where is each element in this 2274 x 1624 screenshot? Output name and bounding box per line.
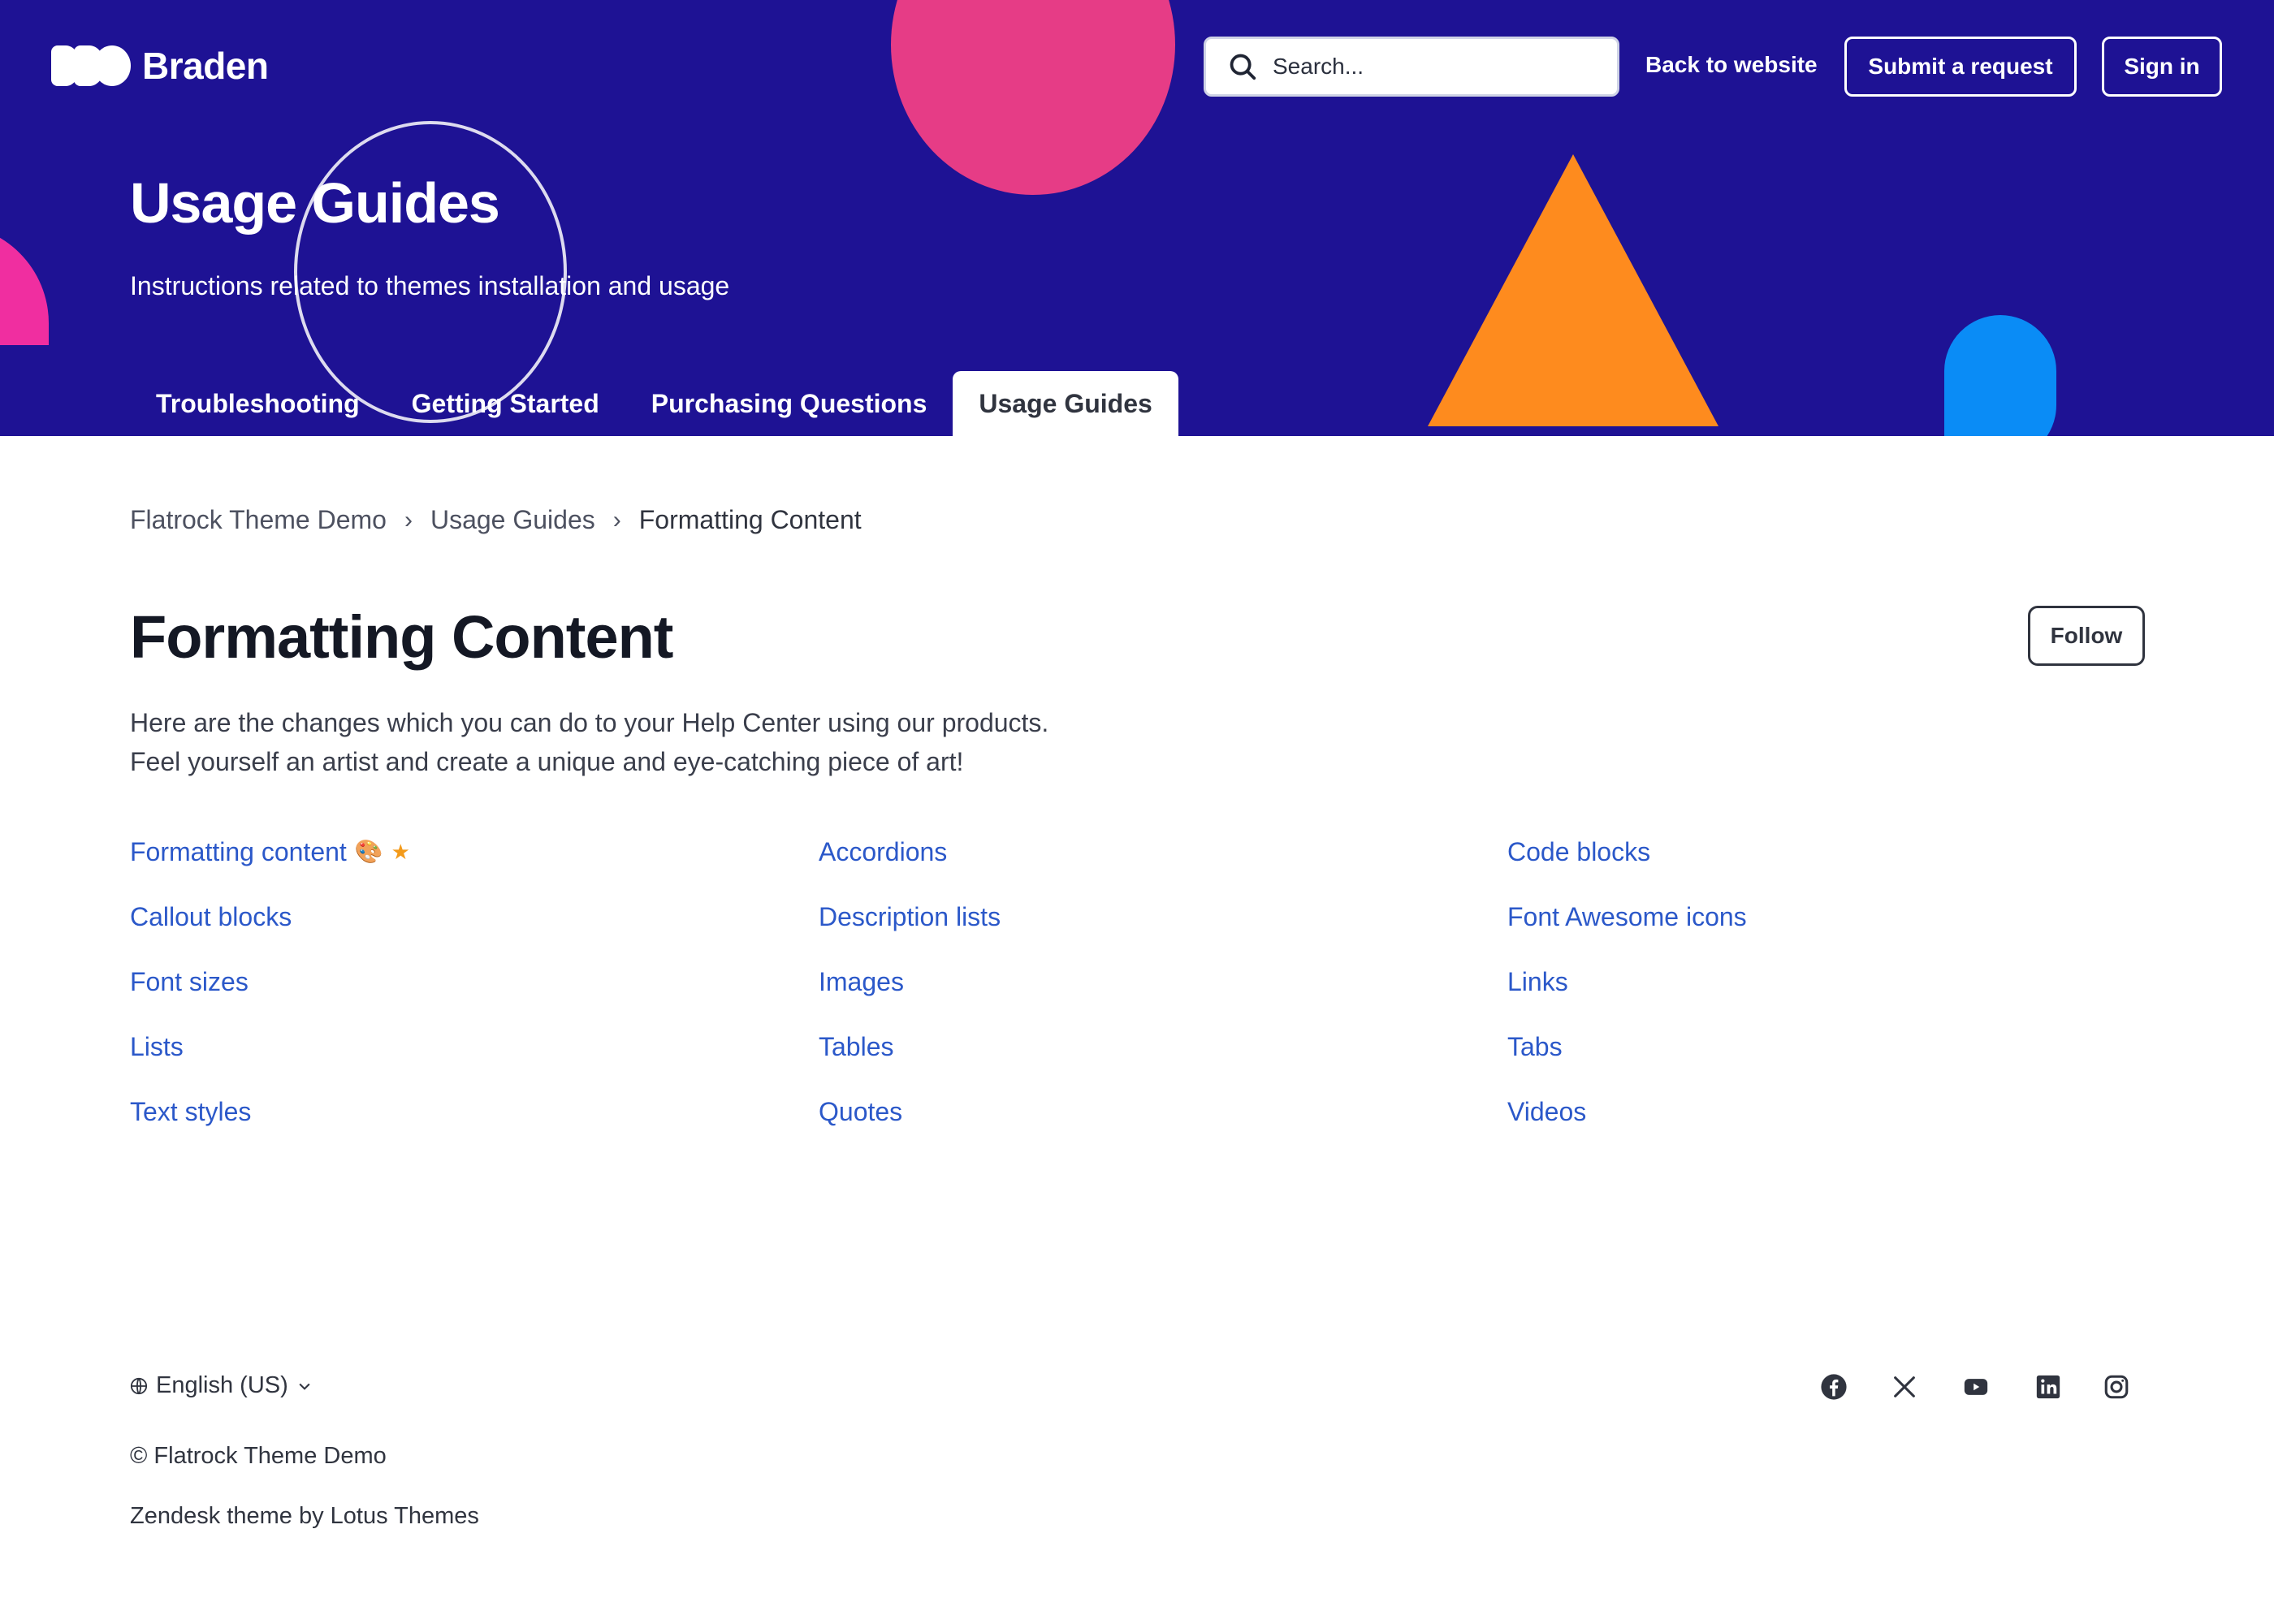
- sign-in-button[interactable]: Sign in: [2102, 37, 2222, 97]
- article-link[interactable]: Description lists: [819, 898, 1507, 935]
- decorative-blue-drop: [1944, 315, 2056, 436]
- facebook-icon[interactable]: [1819, 1372, 1848, 1402]
- article-link[interactable]: Images: [819, 963, 1507, 1000]
- search-icon: [1230, 54, 1256, 80]
- breadcrumb: Flatrock Theme Demo › Usage Guides › For…: [130, 505, 862, 535]
- back-to-website-link[interactable]: Back to website: [1645, 52, 1818, 78]
- logo-mark-icon: [51, 45, 131, 86]
- article-link[interactable]: Font sizes: [130, 963, 819, 1000]
- tab-usage-guides[interactable]: Usage Guides: [953, 371, 1178, 436]
- article-link-label: Formatting content: [130, 837, 347, 866]
- section-description: Here are the changes which you can do to…: [130, 703, 1048, 781]
- article-link[interactable]: Text styles: [130, 1093, 819, 1130]
- globe-icon: [130, 1377, 148, 1394]
- decorative-mask: [0, 345, 50, 436]
- palette-icon: 🎨: [354, 839, 383, 864]
- linkedin-icon[interactable]: [2034, 1372, 2063, 1402]
- article-link[interactable]: Accordions: [819, 833, 1507, 870]
- star-icon: ★: [391, 840, 410, 864]
- description-line: Here are the changes which you can do to…: [130, 708, 1049, 737]
- language-selector[interactable]: English (US): [130, 1372, 313, 1399]
- breadcrumb-item-home[interactable]: Flatrock Theme Demo: [130, 505, 387, 535]
- article-link[interactable]: Code blocks: [1507, 833, 2196, 870]
- breadcrumb-item-usage-guides[interactable]: Usage Guides: [430, 505, 595, 535]
- instagram-icon[interactable]: [2102, 1372, 2131, 1402]
- theme-credit: Zendesk theme by Lotus Themes: [130, 1503, 479, 1529]
- article-list: Formatting content 🎨 ★ Accordions Code b…: [130, 833, 2193, 1130]
- search-input[interactable]: [1273, 54, 1597, 80]
- language-label: English (US): [156, 1372, 288, 1398]
- youtube-icon[interactable]: [1961, 1372, 1991, 1402]
- article-link[interactable]: Quotes: [819, 1093, 1507, 1130]
- submit-request-button[interactable]: Submit a request: [1844, 37, 2077, 97]
- chevron-down-icon: [299, 1383, 310, 1390]
- brand-name: Braden: [142, 45, 269, 87]
- follow-button[interactable]: Follow: [2028, 606, 2145, 666]
- article-link[interactable]: Videos: [1507, 1093, 2196, 1130]
- copyright-text: © Flatrock Theme Demo: [130, 1443, 387, 1469]
- breadcrumb-separator: ›: [404, 506, 413, 533]
- article-link[interactable]: Tabs: [1507, 1028, 2196, 1065]
- social-links: [1819, 1372, 2144, 1405]
- hero-banner: Braden Back to website Submit a request …: [0, 0, 2274, 436]
- decorative-orange-triangle: [1428, 154, 1718, 426]
- article-link[interactable]: Callout blocks: [130, 898, 819, 935]
- decorative-white-ring: [294, 121, 567, 423]
- decorative-pink-blob: [891, 0, 1175, 195]
- article-link[interactable]: Tables: [819, 1028, 1507, 1065]
- page-title: Formatting Content: [130, 603, 673, 671]
- article-link[interactable]: Lists: [130, 1028, 819, 1065]
- article-link[interactable]: Font Awesome icons: [1507, 898, 2196, 935]
- brand-logo[interactable]: Braden: [51, 44, 269, 88]
- tab-purchasing-questions[interactable]: Purchasing Questions: [625, 371, 953, 436]
- description-line: Feel yourself an artist and create a uni…: [130, 747, 964, 776]
- article-link[interactable]: Formatting content 🎨 ★: [130, 833, 819, 870]
- search-box[interactable]: [1204, 37, 1619, 97]
- article-link[interactable]: Links: [1507, 963, 2196, 1000]
- x-icon[interactable]: [1890, 1372, 1919, 1402]
- breadcrumb-separator: ›: [612, 506, 621, 533]
- breadcrumb-item-current: Formatting Content: [638, 505, 862, 534]
- category-tabs: Troubleshooting Getting Started Purchasi…: [130, 371, 1178, 436]
